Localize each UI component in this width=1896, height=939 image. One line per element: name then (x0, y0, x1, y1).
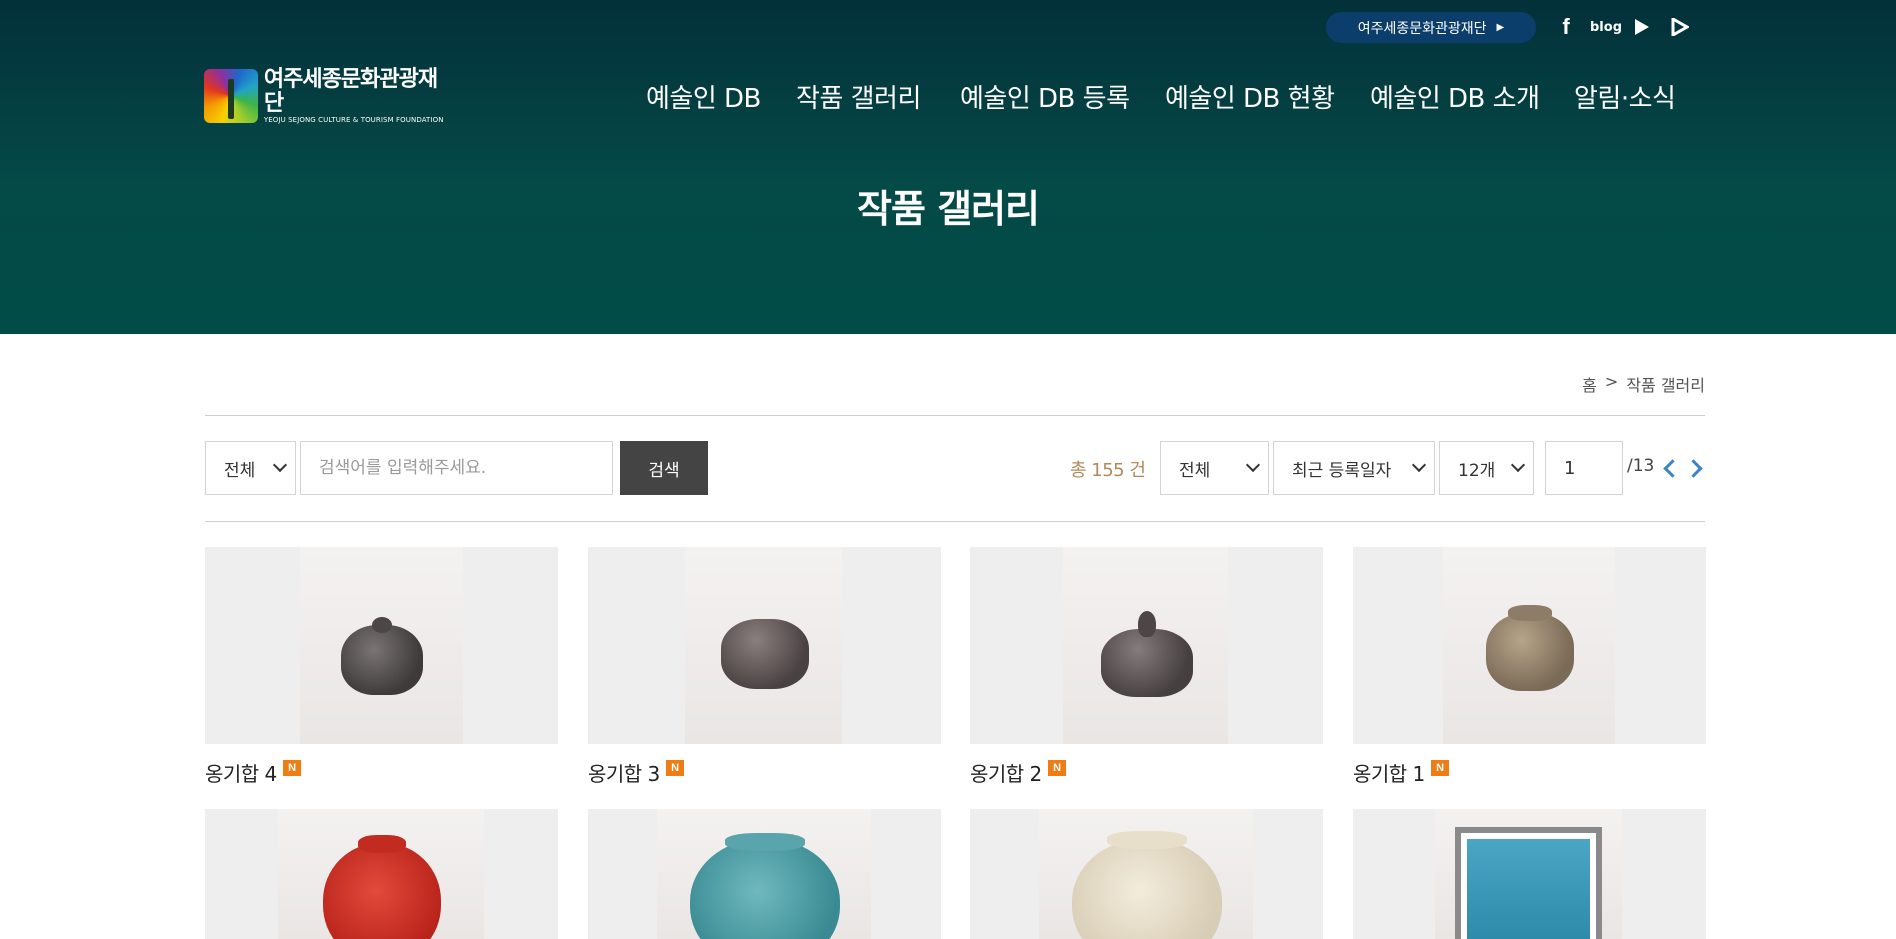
artwork-title[interactable]: 옹기합 4 (205, 758, 277, 787)
facebook-icon[interactable]: f (1556, 14, 1576, 40)
artwork-thumbnail[interactable] (970, 547, 1323, 744)
artwork-thumbnail[interactable] (1353, 809, 1706, 939)
artwork-title[interactable]: 옹기합 1 (1353, 758, 1425, 787)
framed-painting-image (1455, 827, 1602, 939)
new-badge: N (665, 759, 684, 776)
onggi-jar-image (340, 625, 423, 695)
breadcrumb-current: 작품 갤러리 (1626, 376, 1705, 395)
foundation-logo[interactable]: 여주세종문화관광재단 YEOJU SEJONG CULTURE & TOURIS… (204, 66, 456, 124)
jar-lid-knob (371, 617, 392, 633)
filter-select[interactable]: 전체 (1160, 441, 1269, 495)
nav-item-artist-intro[interactable]: 예술인 DB 소개 (1370, 78, 1540, 115)
nav-item-artist-status[interactable]: 예술인 DB 현황 (1165, 78, 1335, 115)
nav-item-notice[interactable]: 알림·소식 (1574, 78, 1676, 115)
onggi-jar-image (1485, 613, 1574, 691)
blog-icon[interactable]: blog (1589, 14, 1623, 40)
jar-lid-knob (1137, 611, 1156, 637)
gallery-card[interactable]: 옹기합 4 N (205, 547, 558, 787)
artwork-title[interactable]: 옹기합 3 (588, 758, 660, 787)
logo-english-text: YEOJU SEJONG CULTURE & TOURISM FOUNDATIO… (263, 115, 444, 124)
tree-logo-icon (204, 69, 258, 123)
gallery-card[interactable] (1353, 809, 1706, 939)
search-category-select[interactable]: 전체 (205, 441, 296, 495)
previous-page-button[interactable] (1660, 458, 1680, 478)
next-page-button[interactable] (1685, 458, 1705, 478)
play-store-glyph (1671, 18, 1689, 36)
nav-item-artist-db[interactable]: 예술인 DB (646, 78, 761, 115)
new-badge: N (282, 759, 301, 776)
chevron-down-icon (272, 457, 288, 473)
youtube-glyph (1635, 19, 1649, 35)
new-badge: N (1047, 759, 1066, 776)
sort-select-value: 최근 등록일자 (1292, 460, 1392, 481)
artwork-title[interactable]: 옹기합 2 (970, 758, 1042, 787)
chevron-down-icon (1510, 457, 1526, 473)
page-total-label: /13 (1627, 456, 1655, 476)
artwork-thumbnail[interactable] (205, 809, 558, 939)
google-play-icon[interactable] (1670, 14, 1690, 40)
divider-top (205, 415, 1705, 416)
search-input[interactable] (300, 441, 613, 495)
filter-select-value: 전체 (1179, 460, 1211, 481)
page-title: 작품 갤러리 (856, 187, 1040, 231)
breadcrumb: 홈 > 작품 갤러리 (1582, 372, 1705, 396)
header-hero: 여주세종문화관광재단 ▶ f blog 여주세종문화관광재단 YEOJU SEJ… (0, 0, 1896, 334)
painting-canvas (1467, 839, 1590, 939)
nav-item-artist-register[interactable]: 예술인 DB 등록 (960, 78, 1130, 115)
page-number-input[interactable] (1545, 441, 1623, 495)
sort-select[interactable]: 최근 등록일자 (1273, 441, 1435, 495)
per-page-select-value: 12개 (1458, 460, 1496, 481)
search-button[interactable]: 검색 (620, 441, 708, 495)
search-category-value: 전체 (224, 460, 256, 481)
chevron-down-icon (1245, 457, 1261, 473)
breadcrumb-separator: > (1604, 372, 1619, 391)
onggi-jar-image (720, 619, 809, 689)
new-badge: N (1430, 759, 1449, 776)
per-page-select[interactable]: 12개 (1439, 441, 1534, 495)
youtube-icon[interactable] (1632, 14, 1652, 40)
artwork-thumbnail[interactable] (588, 547, 941, 744)
play-arrow-icon: ▶ (1496, 22, 1505, 33)
artwork-thumbnail[interactable] (588, 809, 941, 939)
artwork-thumbnail[interactable] (970, 809, 1323, 939)
gallery-card[interactable]: 옹기합 3 N (588, 547, 941, 787)
jar-lid-knob (1507, 605, 1552, 621)
gallery-card[interactable] (205, 809, 558, 939)
onggi-jar-image (1100, 629, 1193, 697)
divider-bottom (205, 521, 1705, 522)
artwork-thumbnail[interactable] (1353, 547, 1706, 744)
total-count: 총 155 건 (1070, 460, 1146, 481)
chevron-down-icon (1411, 457, 1427, 473)
vase-rim (1106, 831, 1187, 849)
logo-korean-text: 여주세종문화관광재단 (263, 66, 438, 116)
nav-item-gallery[interactable]: 작품 갤러리 (796, 78, 921, 115)
gallery-card[interactable] (970, 809, 1323, 939)
vase-rim (724, 833, 805, 851)
gallery-card[interactable] (588, 809, 941, 939)
vase-rim (357, 835, 406, 853)
gallery-card[interactable]: 옹기합 2 N (970, 547, 1323, 787)
gallery-card[interactable]: 옹기합 1 N (1353, 547, 1706, 787)
artwork-thumbnail[interactable] (205, 547, 558, 744)
breadcrumb-home[interactable]: 홈 (1582, 372, 1597, 396)
foundation-link-button[interactable]: 여주세종문화관광재단 ▶ (1326, 12, 1536, 43)
foundation-link-label: 여주세종문화관광재단 (1357, 20, 1487, 37)
